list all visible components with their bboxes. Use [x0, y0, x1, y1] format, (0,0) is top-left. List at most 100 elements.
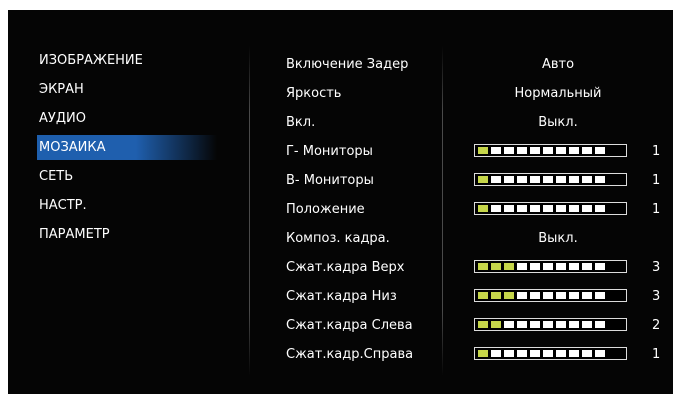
slider-segment	[556, 321, 566, 328]
setting-slider[interactable]	[474, 260, 627, 273]
setting-label: Включение Задер	[286, 57, 409, 72]
setting-row[interactable]: Г- Мониторы 1	[278, 137, 678, 166]
menu-item-network[interactable]: СЕТЬ	[37, 162, 217, 191]
slider-segment	[478, 205, 488, 212]
slider-segment	[504, 350, 514, 357]
slider-segment	[491, 292, 501, 299]
slider-segment	[556, 205, 566, 212]
slider-segment	[478, 350, 488, 357]
setting-row[interactable]: Вкл. Выкл.	[278, 108, 678, 137]
slider-segment	[530, 263, 540, 270]
slider-segment	[595, 147, 605, 154]
slider-segment	[582, 350, 592, 357]
slider-segment	[517, 147, 527, 154]
setting-label: Г- Мониторы	[286, 144, 373, 159]
slider-segment	[569, 147, 579, 154]
setting-row[interactable]: Положение 1	[278, 195, 678, 224]
setting-row[interactable]: Яркость Нормальный	[278, 79, 678, 108]
setting-slider[interactable]	[474, 144, 627, 157]
setting-slider[interactable]	[474, 289, 627, 302]
slider-segment	[504, 321, 514, 328]
menu-item-advanced[interactable]: ПАРАМЕТР	[37, 220, 217, 249]
slider-segment	[491, 350, 501, 357]
slider-segment	[543, 176, 553, 183]
slider-segment	[504, 263, 514, 270]
slider-segment	[556, 350, 566, 357]
slider-segment	[556, 147, 566, 154]
menu-item-tiling[interactable]: МОЗАИКА	[37, 133, 217, 162]
slider-segment	[582, 205, 592, 212]
slider-segment	[517, 350, 527, 357]
menu-item-screen[interactable]: ЭКРАН	[37, 75, 217, 104]
slider-segment	[556, 292, 566, 299]
slider-segment	[595, 350, 605, 357]
setting-value-number: 1	[652, 202, 661, 217]
menu-item-audio[interactable]: АУДИО	[37, 104, 217, 133]
slider-segment	[478, 176, 488, 183]
setting-label: Сжат.кадра Верх	[286, 260, 405, 275]
setting-slider[interactable]	[474, 347, 627, 360]
setting-row[interactable]: Включение Задер Авто	[278, 50, 678, 79]
setting-row[interactable]: Композ. кадра. Выкл.	[278, 224, 678, 253]
slider-segment	[543, 292, 553, 299]
slider-segment	[517, 292, 527, 299]
slider-segment	[504, 176, 514, 183]
slider-segment	[517, 176, 527, 183]
setting-row[interactable]: Сжат.кадра Низ 3	[278, 282, 678, 311]
slider-segment	[491, 147, 501, 154]
slider-segment	[569, 321, 579, 328]
setting-label: Сжат.кадра Низ	[286, 289, 397, 304]
slider-segment	[569, 350, 579, 357]
slider-segment	[556, 176, 566, 183]
setting-label: В- Мониторы	[286, 173, 374, 188]
setting-label: Сжат.кадр.Справа	[286, 347, 414, 362]
slider-segment	[504, 205, 514, 212]
setting-value[interactable]: Авто	[473, 50, 643, 79]
setting-value[interactable]: Нормальный	[473, 79, 643, 108]
slider-segment	[504, 147, 514, 154]
slider-segment	[530, 205, 540, 212]
slider-segment	[556, 263, 566, 270]
setting-label: Сжат.кадра Слева	[286, 318, 413, 333]
slider-segment	[478, 321, 488, 328]
menu-item-settings[interactable]: НАСТР.	[37, 191, 217, 220]
slider-segment	[595, 176, 605, 183]
setting-value[interactable]: Выкл.	[473, 224, 643, 253]
slider-segment	[491, 205, 501, 212]
setting-row[interactable]: Сжат.кадр.Справа 1	[278, 340, 678, 369]
osd-menu-panel: ИЗОБРАЖЕНИЕ ЭКРАН АУДИО МОЗАИКА СЕТЬ НАС…	[8, 10, 673, 394]
slider-segment	[595, 321, 605, 328]
slider-segment	[582, 147, 592, 154]
slider-segment	[491, 263, 501, 270]
slider-segment	[543, 205, 553, 212]
slider-segment	[543, 263, 553, 270]
slider-segment	[582, 263, 592, 270]
slider-segment	[517, 263, 527, 270]
setting-slider[interactable]	[474, 202, 627, 215]
slider-segment	[517, 205, 527, 212]
setting-label: Яркость	[286, 86, 342, 101]
slider-segment	[595, 263, 605, 270]
slider-segment	[530, 292, 540, 299]
slider-segment	[569, 176, 579, 183]
slider-segment	[543, 350, 553, 357]
setting-value-number: 3	[652, 289, 661, 304]
setting-slider[interactable]	[474, 173, 627, 186]
slider-segment	[582, 292, 592, 299]
setting-value-number: 1	[652, 347, 661, 362]
slider-segment	[504, 292, 514, 299]
menu-item-picture[interactable]: ИЗОБРАЖЕНИЕ	[37, 46, 217, 75]
setting-value[interactable]: Выкл.	[473, 108, 643, 137]
slider-segment	[582, 321, 592, 328]
menu-divider-left	[249, 46, 250, 376]
setting-row[interactable]: Сжат.кадра Слева 2	[278, 311, 678, 340]
setting-label: Положение	[286, 202, 365, 217]
slider-segment	[478, 147, 488, 154]
setting-slider[interactable]	[474, 318, 627, 331]
slider-segment	[530, 176, 540, 183]
slider-segment	[517, 321, 527, 328]
setting-row[interactable]: Сжат.кадра Верх 3	[278, 253, 678, 282]
slider-segment	[530, 350, 540, 357]
settings-list: Включение Задер Авто Яркость Нормальный Вкл.…	[278, 50, 678, 369]
setting-row[interactable]: В- Мониторы 1	[278, 166, 678, 195]
